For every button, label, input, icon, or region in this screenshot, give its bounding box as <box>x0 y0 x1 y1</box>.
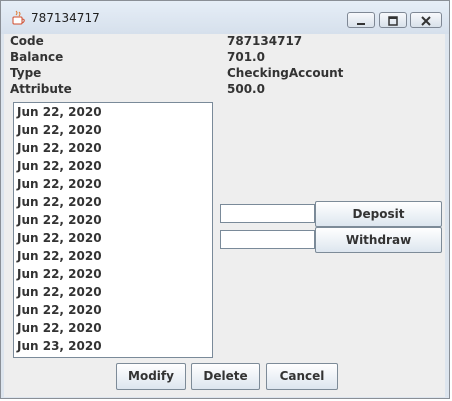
cancel-button[interactable]: Cancel <box>266 363 338 390</box>
list-item[interactable]: Jun 22, 2020 <box>17 285 102 299</box>
list-item[interactable]: Jun 22, 2020 <box>17 321 102 335</box>
withdraw-button[interactable]: Withdraw <box>315 227 442 253</box>
list-item[interactable]: Jun 22, 2020 <box>17 123 102 137</box>
close-icon <box>421 16 431 26</box>
attribute-label: Attribute <box>10 82 72 96</box>
list-item[interactable]: Jun 22, 2020 <box>17 231 102 245</box>
list-item[interactable]: Jun 23, 2020 <box>17 339 102 353</box>
balance-label: Balance <box>10 50 64 64</box>
attribute-value: 500.0 <box>227 82 265 96</box>
maximize-button[interactable] <box>379 12 407 28</box>
title-bar[interactable]: 787134717 <box>1 1 449 34</box>
account-window: 787134717 Code 787134717 Balance 701.0 T… <box>0 0 450 399</box>
list-item[interactable]: Jun 22, 2020 <box>17 213 102 227</box>
list-item[interactable]: Jun 22, 2020 <box>17 303 102 317</box>
java-app-icon <box>12 10 25 25</box>
code-value: 787134717 <box>227 34 303 48</box>
list-item[interactable]: Jun 22, 2020 <box>17 195 102 209</box>
list-item[interactable]: Jun 22, 2020 <box>17 105 102 119</box>
deposit-button[interactable]: Deposit <box>315 201 442 227</box>
delete-button[interactable]: Delete <box>191 363 260 390</box>
balance-value: 701.0 <box>227 50 265 64</box>
list-item[interactable]: Jun 22, 2020 <box>17 159 102 173</box>
modify-button[interactable]: Modify <box>116 363 186 390</box>
minimize-icon <box>357 23 365 25</box>
content-pane: Code 787134717 Balance 701.0 Type Checki… <box>4 34 445 397</box>
type-value: CheckingAccount <box>227 66 344 80</box>
list-item[interactable]: Jun 22, 2020 <box>17 267 102 281</box>
maximize-icon <box>388 16 398 26</box>
deposit-amount-input[interactable] <box>220 204 315 223</box>
close-button[interactable] <box>410 12 442 28</box>
withdraw-amount-input[interactable] <box>220 230 315 249</box>
code-label: Code <box>10 34 44 48</box>
list-item[interactable]: Jun 22, 2020 <box>17 249 102 263</box>
type-label: Type <box>10 66 42 80</box>
minimize-button[interactable] <box>347 12 375 28</box>
list-item[interactable]: Jun 22, 2020 <box>17 177 102 191</box>
list-item[interactable]: Jun 22, 2020 <box>17 141 102 155</box>
window-title: 787134717 <box>31 11 100 25</box>
transaction-list[interactable]: Jun 22, 2020 Jun 22, 2020 Jun 22, 2020 J… <box>13 102 213 358</box>
